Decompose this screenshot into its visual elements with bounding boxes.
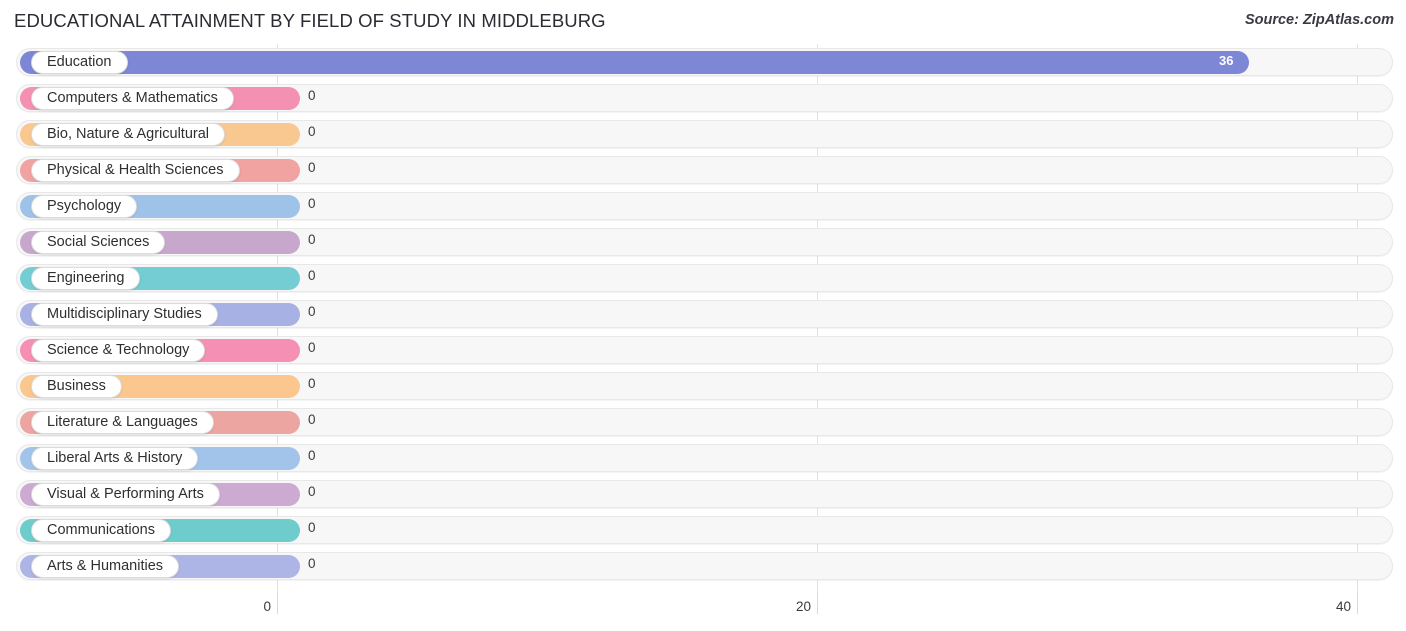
bar-value-label: 0 bbox=[308, 268, 316, 283]
bar-value-label: 0 bbox=[308, 196, 316, 211]
bar-label: Arts & Humanities bbox=[47, 558, 164, 575]
axis-tick-label: 20 bbox=[795, 599, 811, 614]
bar-label-pill: Psychology bbox=[31, 195, 138, 218]
bar-rows: Education 36 Computers & Mathematics 0 Bio, … bbox=[0, 44, 1406, 584]
axis-tick-line bbox=[817, 592, 818, 614]
bar-label: Psychology bbox=[47, 198, 122, 215]
bar-label: Business bbox=[47, 378, 106, 395]
bar-value-label: 0 bbox=[308, 340, 316, 355]
bar[interactable] bbox=[20, 51, 1249, 74]
bar-value-label: 0 bbox=[308, 232, 316, 247]
bar-label-pill: Literature & Languages bbox=[31, 411, 214, 434]
bar-row[interactable]: Education 36 bbox=[0, 44, 1406, 80]
bar-label: Literature & Languages bbox=[47, 414, 198, 431]
bar-label-pill: Bio, Nature & Agricultural bbox=[31, 123, 225, 146]
bar-label: Engineering bbox=[47, 270, 125, 287]
source-attribution: Source: ZipAtlas.com bbox=[1244, 12, 1394, 28]
bar-value-label: 0 bbox=[308, 124, 316, 139]
bar-label-pill: Education bbox=[31, 51, 128, 74]
bar-row[interactable]: Business 0 bbox=[0, 368, 1406, 404]
bar-value-label: 0 bbox=[308, 304, 316, 319]
bar-label-pill: Physical & Health Sciences bbox=[31, 159, 240, 182]
bar-label: Social Sciences bbox=[47, 234, 150, 251]
bar-value-label: 0 bbox=[308, 448, 316, 463]
bar-label-pill: Arts & Humanities bbox=[31, 555, 180, 578]
bar-value-label: 36 bbox=[1219, 53, 1234, 68]
bar-value-label: 0 bbox=[308, 412, 316, 427]
axis-tick-label: 0 bbox=[263, 599, 271, 614]
bar-row[interactable]: Visual & Performing Arts 0 bbox=[0, 476, 1406, 512]
bar-value-label: 0 bbox=[308, 376, 316, 391]
chart-plot-area: Education 36 Computers & Mathematics 0 Bio, … bbox=[0, 44, 1406, 592]
bar-row[interactable]: Computers & Mathematics 0 bbox=[0, 80, 1406, 116]
x-axis: 0 20 40 bbox=[0, 592, 1406, 631]
bar-label: Visual & Performing Arts bbox=[47, 486, 204, 503]
bar-label-pill: Science & Technology bbox=[31, 339, 206, 362]
bar-label-pill: Communications bbox=[31, 519, 171, 542]
bar-row[interactable]: Engineering 0 bbox=[0, 260, 1406, 296]
bar-label: Multidisciplinary Studies bbox=[47, 306, 202, 323]
bar-label: Bio, Nature & Agricultural bbox=[47, 126, 209, 143]
bar-value-label: 0 bbox=[308, 88, 316, 103]
bar-label: Communications bbox=[47, 522, 155, 539]
chart-header: EDUCATIONAL ATTAINMENT BY FIELD OF STUDY… bbox=[0, 0, 1406, 44]
bar-row[interactable]: Multidisciplinary Studies 0 bbox=[0, 296, 1406, 332]
bar-label: Liberal Arts & History bbox=[47, 450, 183, 467]
bar-label: Physical & Health Sciences bbox=[47, 162, 224, 179]
bar-row[interactable]: Literature & Languages 0 bbox=[0, 404, 1406, 440]
bar-row[interactable]: Communications 0 bbox=[0, 512, 1406, 548]
bar-label-pill: Business bbox=[31, 375, 122, 398]
bar-label: Education bbox=[47, 54, 112, 71]
axis-tick-line bbox=[1357, 592, 1358, 614]
bar-label-pill: Liberal Arts & History bbox=[31, 447, 199, 470]
bar-label-pill: Visual & Performing Arts bbox=[31, 483, 220, 506]
axis-tick-label: 40 bbox=[1335, 599, 1351, 614]
bar-value-label: 0 bbox=[308, 484, 316, 499]
bar-row[interactable]: Psychology 0 bbox=[0, 188, 1406, 224]
page-title: EDUCATIONAL ATTAINMENT BY FIELD OF STUDY… bbox=[14, 10, 606, 31]
bar-value-label: 0 bbox=[308, 520, 316, 535]
bar-row[interactable]: Bio, Nature & Agricultural 0 bbox=[0, 116, 1406, 152]
bar-label-pill: Social Sciences bbox=[31, 231, 166, 254]
bar-row[interactable]: Social Sciences 0 bbox=[0, 224, 1406, 260]
bar-row[interactable]: Liberal Arts & History 0 bbox=[0, 440, 1406, 476]
bar-row[interactable]: Arts & Humanities 0 bbox=[0, 548, 1406, 584]
bar-label: Science & Technology bbox=[47, 342, 190, 359]
bar-value-label: 0 bbox=[308, 556, 316, 571]
bar-label-pill: Engineering bbox=[31, 267, 141, 290]
axis-tick-line bbox=[277, 592, 278, 614]
bar-row[interactable]: Physical & Health Sciences 0 bbox=[0, 152, 1406, 188]
bar-label-pill: Multidisciplinary Studies bbox=[31, 303, 218, 326]
bar-value-label: 0 bbox=[308, 160, 316, 175]
bar-label-pill: Computers & Mathematics bbox=[31, 87, 234, 110]
bar-label: Computers & Mathematics bbox=[47, 90, 218, 107]
bar-row[interactable]: Science & Technology 0 bbox=[0, 332, 1406, 368]
